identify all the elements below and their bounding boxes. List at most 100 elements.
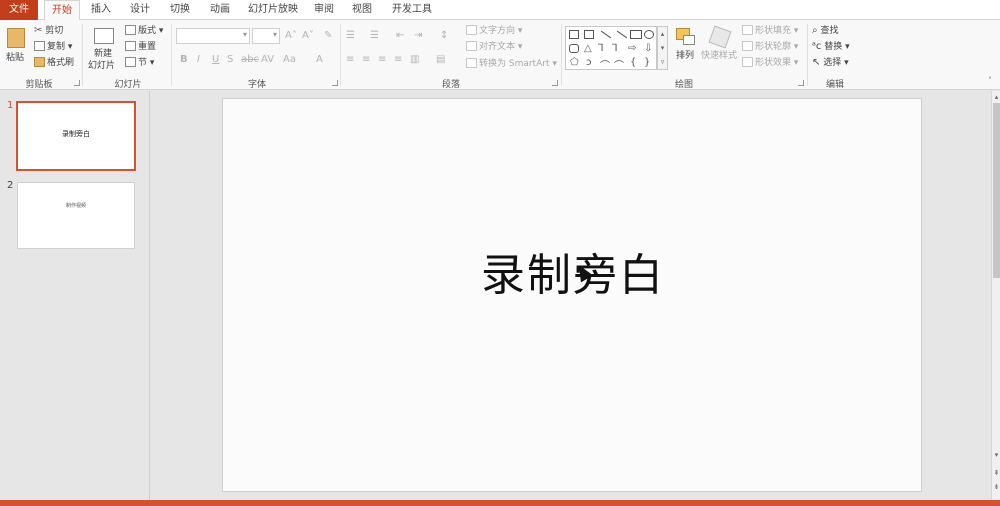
section-button[interactable]: 节 ▾ bbox=[125, 57, 154, 69]
slide-thumbnail-2[interactable]: 制作视频 bbox=[17, 182, 135, 249]
gallery-more-icon[interactable]: ▿ bbox=[658, 55, 667, 69]
shape-effects-button[interactable]: 形状效果 ▾ bbox=[742, 57, 798, 69]
rounded-rect-shape-icon[interactable] bbox=[569, 44, 579, 53]
arrow-shape-icon[interactable] bbox=[616, 30, 628, 39]
freeform-shape-icon[interactable]: ⬠ bbox=[570, 57, 579, 68]
font-name-combo[interactable] bbox=[176, 28, 250, 44]
scroll-up-icon[interactable]: ▴ bbox=[993, 93, 1000, 101]
decrease-indent-icon[interactable]: ⇤ bbox=[396, 30, 404, 42]
justify-icon[interactable]: ≡ bbox=[394, 54, 402, 66]
char-spacing-icon[interactable]: AV bbox=[261, 54, 274, 66]
align-text-button[interactable]: 对齐文本 ▾ bbox=[466, 41, 522, 53]
line-spacing-icon[interactable]: ↕ bbox=[440, 30, 448, 42]
slide-thumbnail-1[interactable]: 录制旁白 bbox=[16, 101, 136, 171]
layout-icon bbox=[125, 25, 136, 35]
shape-effects-label: 形状效果 bbox=[755, 58, 792, 68]
increase-indent-icon[interactable]: ⇥ bbox=[414, 30, 422, 42]
collapse-ribbon-icon[interactable]: ˄ bbox=[988, 76, 992, 85]
italic-icon[interactable]: I bbox=[197, 54, 200, 66]
tab-review[interactable]: 审阅 bbox=[308, 0, 340, 20]
right-brace-shape-icon[interactable]: } bbox=[644, 57, 650, 68]
tab-view[interactable]: 视图 bbox=[344, 0, 380, 20]
tab-insert[interactable]: 插入 bbox=[84, 0, 118, 20]
arc-shape-icon[interactable]: ⌒ bbox=[614, 57, 624, 72]
quick-styles-button[interactable]: 快速样式 bbox=[700, 25, 740, 74]
select-button[interactable]: ↖ 选择 ▾ bbox=[812, 57, 849, 69]
shapes-gallery[interactable]: △ ⅂ ⅂ ⇨ ⇩ ⬠ ↄ ⌒ ⌒ { } bbox=[565, 26, 657, 72]
shape-outline-button[interactable]: 形状轮廓 ▾ bbox=[742, 41, 798, 53]
columns-icon[interactable]: ▤ bbox=[436, 54, 445, 66]
elbow-connector-icon[interactable]: ⅂ bbox=[598, 43, 604, 54]
group-divider bbox=[171, 24, 172, 86]
paragraph-launcher-icon[interactable] bbox=[552, 80, 558, 86]
font-size-combo[interactable] bbox=[252, 28, 280, 44]
elbow-arrow-icon[interactable]: ⅂ bbox=[612, 43, 618, 54]
underline-icon[interactable]: U bbox=[212, 54, 219, 66]
current-slide[interactable]: 录制旁白 bbox=[222, 98, 922, 492]
triangle-shape-icon[interactable]: △ bbox=[584, 43, 592, 54]
right-arrow-shape-icon[interactable]: ⇨ bbox=[628, 43, 636, 54]
format-painter-button[interactable]: 格式刷 bbox=[34, 57, 74, 69]
clear-format-icon[interactable]: ✎ bbox=[324, 30, 332, 42]
scribble-shape-icon[interactable]: ↄ bbox=[586, 57, 592, 68]
drawing-launcher-icon[interactable] bbox=[798, 80, 804, 86]
strikethrough-icon[interactable]: abc bbox=[241, 54, 259, 66]
gallery-up-icon[interactable]: ▴ bbox=[658, 27, 667, 41]
left-brace-shape-icon[interactable]: { bbox=[630, 57, 636, 68]
oval-shape-icon[interactable] bbox=[644, 30, 654, 39]
curve-shape-icon[interactable]: ⌒ bbox=[600, 57, 610, 72]
reset-button[interactable]: 重置 bbox=[125, 41, 156, 53]
bullets-icon[interactable]: ☰ bbox=[346, 30, 355, 42]
textbox-shape-icon[interactable] bbox=[569, 30, 579, 39]
find-button[interactable]: ⌕ 查找 bbox=[812, 25, 839, 37]
scroll-down-icon[interactable]: ▾ bbox=[993, 451, 1000, 459]
vertical-scrollbar[interactable]: ▴ ▾ ⇞ ⇟ bbox=[991, 91, 1000, 500]
shadow-icon[interactable]: S bbox=[227, 54, 233, 66]
scrollbar-thumb[interactable] bbox=[993, 103, 1000, 278]
paste-button[interactable]: 粘贴 bbox=[4, 26, 28, 68]
tab-file[interactable]: 文件 bbox=[0, 0, 38, 20]
down-arrow-shape-icon[interactable]: ⇩ bbox=[644, 43, 652, 54]
section-icon bbox=[125, 57, 136, 67]
tab-developer[interactable]: 开发工具 bbox=[384, 0, 440, 20]
slide-title[interactable]: 录制旁白 bbox=[223, 239, 923, 303]
binoculars-icon: ⌕ bbox=[812, 25, 818, 36]
arrange-button[interactable]: 排列 bbox=[673, 26, 699, 74]
layout-button[interactable]: 版式 ▾ bbox=[125, 25, 163, 37]
previous-slide-icon[interactable]: ⇞ bbox=[993, 469, 1000, 477]
vertical-textbox-shape-icon[interactable] bbox=[584, 30, 594, 39]
align-center-icon[interactable]: ≡ bbox=[362, 54, 370, 66]
copy-button[interactable]: 复制 ▾ bbox=[34, 41, 72, 53]
cut-button[interactable]: ✂ 剪切 bbox=[34, 25, 63, 37]
clipboard-launcher-icon[interactable] bbox=[74, 80, 80, 86]
new-slide-button[interactable]: 新建 幻灯片 bbox=[86, 26, 122, 74]
text-direction-button[interactable]: 文字方向 ▾ bbox=[466, 25, 522, 37]
shapes-gallery-scroll[interactable]: ▴ ▾ ▿ bbox=[657, 26, 668, 70]
find-label: 查找 bbox=[820, 26, 839, 36]
font-color-icon[interactable]: A bbox=[316, 54, 323, 66]
bold-icon[interactable]: B bbox=[180, 54, 188, 66]
tab-design[interactable]: 设计 bbox=[122, 0, 158, 20]
copy-label: 复制 bbox=[47, 42, 66, 52]
align-left-icon[interactable]: ≡ bbox=[346, 54, 354, 66]
tab-home[interactable]: 开始 bbox=[44, 0, 80, 21]
line-shape-icon[interactable] bbox=[600, 30, 612, 39]
tab-slideshow[interactable]: 幻灯片放映 bbox=[242, 0, 304, 20]
shape-fill-button[interactable]: 形状填充 ▾ bbox=[742, 25, 798, 37]
gallery-down-icon[interactable]: ▾ bbox=[658, 41, 667, 55]
next-slide-icon[interactable]: ⇟ bbox=[993, 483, 1000, 491]
align-right-icon[interactable]: ≡ bbox=[378, 54, 386, 66]
numbering-icon[interactable]: ☰ bbox=[370, 30, 379, 42]
rectangle-shape-icon[interactable] bbox=[630, 30, 642, 39]
smartart-button[interactable]: 转换为 SmartArt ▾ bbox=[466, 58, 557, 70]
grow-font-icon[interactable]: A˄ bbox=[285, 30, 297, 42]
font-launcher-icon[interactable] bbox=[332, 80, 338, 86]
distributed-icon[interactable]: ▥ bbox=[410, 54, 419, 66]
change-case-icon[interactable]: Aa bbox=[283, 54, 296, 66]
replace-button[interactable]: ᵃc 替换 ▾ bbox=[812, 41, 850, 53]
shrink-font-icon[interactable]: A˅ bbox=[302, 30, 314, 42]
layout-label: 版式 bbox=[138, 26, 157, 36]
tab-transitions[interactable]: 切换 bbox=[162, 0, 198, 20]
tab-animations[interactable]: 动画 bbox=[202, 0, 238, 20]
select-label: 选择 bbox=[823, 58, 842, 68]
